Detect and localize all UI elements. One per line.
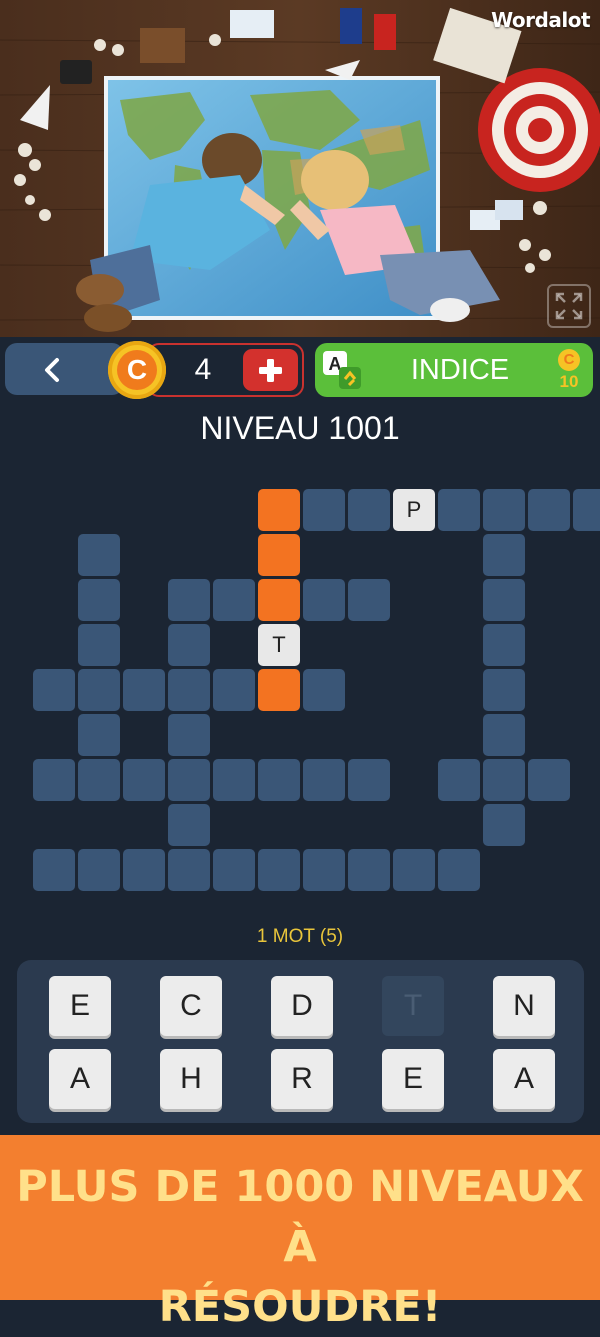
promo-text: PLUS DE 1000 NIVEAUX À RÉSOUDRE!	[10, 1157, 590, 1337]
buy-coins-button[interactable]	[243, 349, 298, 391]
grid-cell[interactable]	[528, 759, 570, 801]
grid-cell[interactable]	[78, 849, 120, 891]
grid-cell[interactable]	[168, 804, 210, 846]
grid-cell[interactable]	[123, 759, 165, 801]
grid-cell-revealed[interactable]: P	[393, 489, 435, 531]
grid-cell[interactable]	[213, 669, 255, 711]
letter-tile[interactable]: A	[493, 1049, 555, 1109]
grid-cell[interactable]	[303, 759, 345, 801]
grid-cell-selected[interactable]	[258, 489, 300, 531]
grid-cell[interactable]	[123, 849, 165, 891]
letter-tray: E C D T N A H R E A	[17, 960, 584, 1123]
grid-cell-selected[interactable]	[258, 669, 300, 711]
word-count-hint: 1 MOT (5)	[256, 926, 344, 947]
grid-cell[interactable]	[258, 759, 300, 801]
grid-cell[interactable]	[78, 669, 120, 711]
grid-cell[interactable]	[393, 849, 435, 891]
hint-button[interactable]: A INDICE C 10	[315, 343, 593, 397]
letter-tile-used: T	[382, 976, 444, 1036]
letter-tile[interactable]: E	[382, 1049, 444, 1109]
grid-cell[interactable]	[78, 759, 120, 801]
hint-cost: 10	[559, 372, 579, 391]
grid-cell[interactable]	[528, 489, 570, 531]
grid-cell[interactable]	[348, 579, 390, 621]
grid-cell[interactable]	[303, 489, 345, 531]
grid-cell[interactable]	[303, 669, 345, 711]
promo-line-2: RÉSOUDRE!	[158, 1282, 442, 1332]
grid-cell[interactable]	[168, 624, 210, 666]
grid-cell[interactable]	[168, 714, 210, 756]
promo-banner: PLUS DE 1000 NIVEAUX À RÉSOUDRE!	[0, 1135, 600, 1332]
grid-cell[interactable]	[78, 579, 120, 621]
letter-tile[interactable]: N	[493, 976, 555, 1036]
grid-cell[interactable]	[78, 624, 120, 666]
letter-tile[interactable]: H	[160, 1049, 222, 1109]
grid-cell[interactable]	[168, 759, 210, 801]
letter-tile[interactable]: C	[160, 976, 222, 1036]
grid-cell[interactable]	[483, 669, 525, 711]
brand-logo: Wordalot	[491, 8, 590, 32]
grid-cell[interactable]	[213, 579, 255, 621]
grid-cell[interactable]	[573, 489, 600, 531]
grid-cell[interactable]	[483, 804, 525, 846]
plus-icon	[259, 359, 282, 382]
grid-cell[interactable]	[168, 669, 210, 711]
grid-cell[interactable]	[483, 489, 525, 531]
letter-tile[interactable]: E	[49, 976, 111, 1036]
expand-image-button[interactable]	[547, 284, 591, 328]
photo-image	[0, 0, 600, 337]
grid-cell[interactable]	[78, 714, 120, 756]
grid-cell[interactable]	[348, 759, 390, 801]
back-button[interactable]	[5, 343, 124, 395]
grid-cell[interactable]	[258, 849, 300, 891]
grid-cell[interactable]	[168, 579, 210, 621]
grid-cell[interactable]	[438, 759, 480, 801]
level-photo: Wordalot	[0, 0, 600, 337]
grid-cell[interactable]	[438, 849, 480, 891]
level-title: NIVEAU 1001	[200, 410, 400, 446]
coin-icon: C	[108, 341, 166, 399]
grid-cell-selected[interactable]	[258, 579, 300, 621]
grid-cell[interactable]	[78, 534, 120, 576]
grid-cell-revealed[interactable]: T	[258, 624, 300, 666]
grid-cell[interactable]	[33, 669, 75, 711]
grid-cell[interactable]	[213, 849, 255, 891]
grid-cell[interactable]	[483, 714, 525, 756]
grid-cell[interactable]	[213, 759, 255, 801]
expand-icon	[555, 292, 583, 320]
grid-cell[interactable]	[483, 624, 525, 666]
coin-count: 4	[194, 353, 212, 386]
grid-cell[interactable]	[483, 759, 525, 801]
grid-cell[interactable]	[123, 669, 165, 711]
promo-line-1: PLUS DE 1000 NIVEAUX À	[16, 1162, 584, 1272]
grid-cell[interactable]	[33, 759, 75, 801]
letter-tile[interactable]: R	[271, 1049, 333, 1109]
grid-cell[interactable]	[348, 849, 390, 891]
grid-cell[interactable]	[168, 849, 210, 891]
coin-symbol: C	[117, 350, 157, 390]
hint-swap-icon: A	[323, 351, 361, 389]
grid-cell[interactable]	[483, 579, 525, 621]
letter-tile[interactable]: A	[49, 1049, 111, 1109]
grid-cell[interactable]	[483, 534, 525, 576]
grid-cell[interactable]	[348, 489, 390, 531]
grid-cell-selected[interactable]	[258, 534, 300, 576]
back-arrow-icon	[45, 358, 59, 382]
grid-cell[interactable]	[33, 849, 75, 891]
hint-label: INDICE	[410, 354, 510, 386]
grid-cell[interactable]	[303, 849, 345, 891]
hint-cost-coin-icon: C	[558, 349, 580, 371]
grid-cell[interactable]	[438, 489, 480, 531]
grid-cell[interactable]	[303, 579, 345, 621]
letter-tile[interactable]: D	[271, 976, 333, 1036]
